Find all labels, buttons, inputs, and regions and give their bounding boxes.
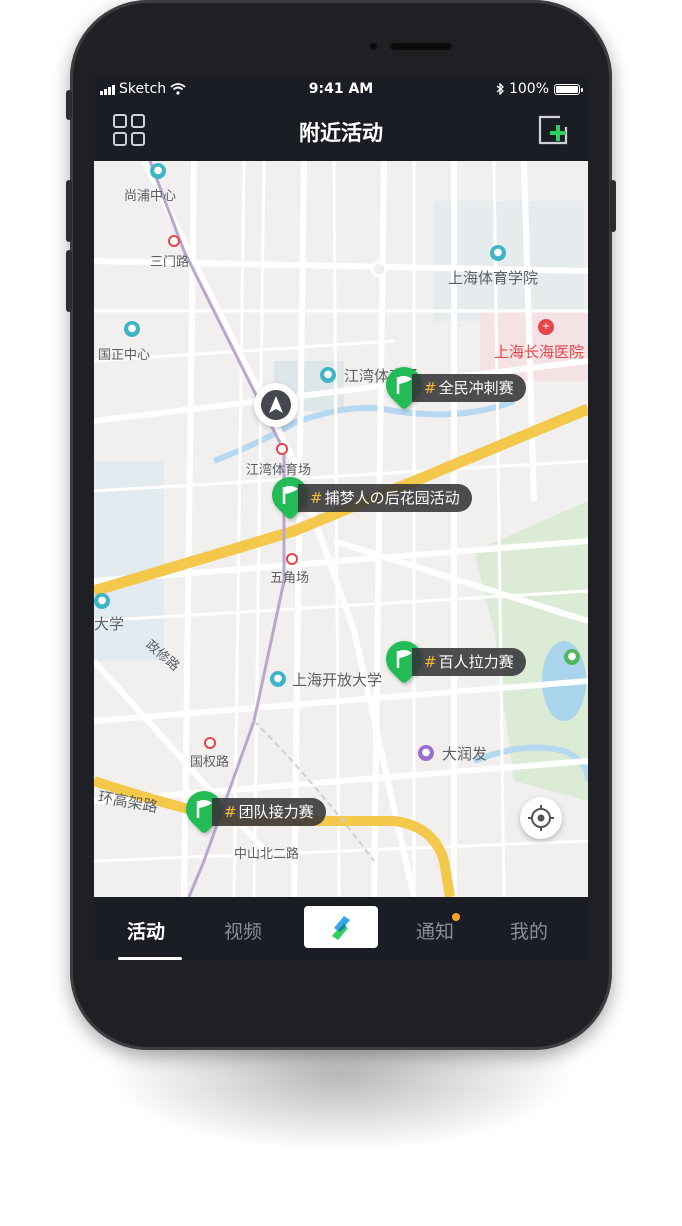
power-button [610,180,616,232]
tab-activity[interactable]: 活动 [127,917,165,944]
map-label-sanmenlu: 三门路 [150,255,190,270]
map-label-jiangwan-station: 江湾体育场 [246,463,312,478]
stadium-icon: ● [320,367,336,383]
map-view[interactable]: ● 尚浦中心 三门路 ● 国正中心 ● 上海体育学院 + 上海长海医院 ● 江湾… [94,161,588,897]
battery-percent: 100% [508,81,549,97]
metro-station-icon [168,235,180,247]
metro-station-icon [276,443,288,455]
tab-notifications[interactable]: 通知 [416,917,454,944]
marker-tag: # 全民冲刺赛 [412,374,526,402]
poi-icon: ● [490,245,506,261]
map-label-wujiaochang: 五角场 [270,571,310,586]
map-label-tiyuxueyuan: 上海体育学院 [448,269,539,287]
tab-bar: 活动 视频 通知 我的 [94,897,588,960]
volume-down-button [66,250,72,312]
battery-icon [554,83,583,95]
nav-bar: 附近活动 [94,103,588,161]
park-icon: ● [564,649,580,665]
map-label-kaifang: 上海开放大学 [292,671,383,689]
app-logo-icon [332,916,350,940]
my-location-arrow[interactable] [254,383,298,427]
screen: Sketch 9:41 AM 100% 附近活动 ● 尚浦中心 三门路 ● 国正… [94,77,588,960]
marker-tag: # 捕梦人の后花园活动 [298,484,472,512]
tab-video[interactable]: 视频 [224,917,262,944]
marker-tag: # 团队接力赛 [212,798,326,826]
map-label-guozheng: 国正中心 [98,348,151,363]
map-label-changhai: 上海长海医院 [494,343,585,361]
map-label-daxue: 大学 [94,615,125,633]
page-title: 附近活动 [299,121,383,145]
shop-icon: ● [418,745,434,761]
map-label-guoquan: 国权路 [190,755,230,770]
locate-button[interactable] [520,797,562,839]
metro-station-icon [286,553,298,565]
volume-up-button [66,180,72,242]
speaker-slot [390,43,452,50]
mute-switch [66,90,72,120]
navigation-arrow-icon [261,390,291,420]
map-label-runfa: 大润发 [442,745,488,763]
tab-center-button[interactable] [304,906,378,948]
status-bar: Sketch 9:41 AM 100% [94,77,588,103]
tab-profile[interactable]: 我的 [510,917,548,944]
locate-icon [528,805,554,831]
poi-icon: ● [150,163,166,179]
metro-station-icon [204,737,216,749]
poi-icon: ● [270,671,286,687]
map-label-zhongshan: 中山北二路 [234,847,300,862]
hospital-icon: + [538,319,554,335]
poi-icon: ● [94,593,110,609]
bluetooth-icon [496,83,504,95]
map-label-shangshan: 尚浦中心 [124,189,177,204]
marker-tag: # 百人拉力赛 [412,648,526,676]
add-square-icon[interactable] [536,113,570,147]
camera-dot [370,43,377,50]
poi-icon: ● [124,321,140,337]
status-right: 100% [496,81,583,97]
tab-active-indicator [118,957,182,960]
notification-badge [452,913,460,921]
